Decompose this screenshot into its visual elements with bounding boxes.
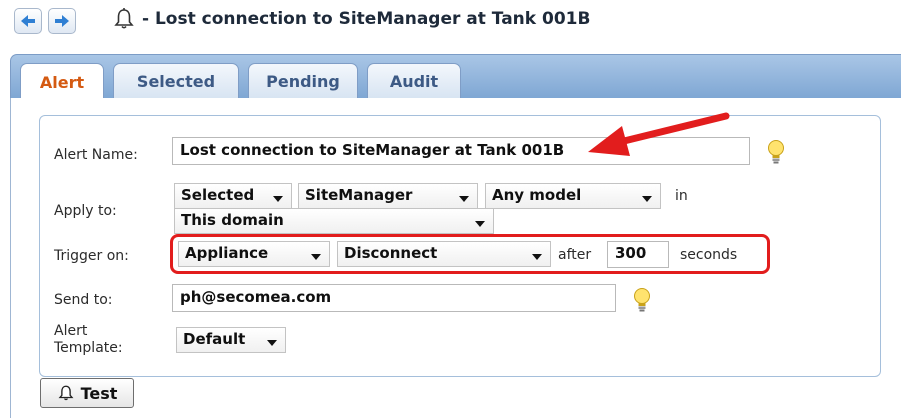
annotation-arrow bbox=[588, 112, 730, 156]
apply-domain-select[interactable]: This domain bbox=[174, 208, 494, 234]
forward-button[interactable] bbox=[48, 8, 76, 34]
arrow-left-icon bbox=[21, 15, 35, 27]
lightbulb-icon bbox=[768, 140, 784, 164]
arrow-right-icon bbox=[55, 15, 69, 27]
send-to-label: Send to: bbox=[54, 292, 113, 308]
back-button[interactable] bbox=[14, 8, 42, 34]
apply-type-select[interactable]: SiteManager bbox=[298, 183, 478, 209]
in-text: in bbox=[675, 188, 688, 204]
apply-model-select[interactable]: Any model bbox=[485, 183, 661, 209]
alert-template-label: Alert Template: bbox=[54, 323, 123, 356]
page-title: - Lost connection to SiteManager at Tank… bbox=[142, 9, 591, 29]
bell-icon bbox=[114, 8, 134, 29]
alert-name-label: Alert Name: bbox=[54, 147, 138, 163]
alert-template-select[interactable]: Default bbox=[176, 327, 286, 353]
apply-selected-select[interactable]: Selected bbox=[174, 183, 292, 209]
trigger-highlight-box bbox=[170, 234, 770, 274]
tab-selected[interactable]: Selected bbox=[113, 63, 239, 99]
trigger-on-label: Trigger on: bbox=[54, 248, 129, 264]
apply-to-label: Apply to: bbox=[54, 203, 117, 219]
lightbulb-icon bbox=[634, 288, 650, 312]
tab-audit[interactable]: Audit bbox=[367, 63, 461, 99]
tab-alert[interactable]: Alert bbox=[20, 63, 104, 101]
send-to-input[interactable]: ph@secomea.com bbox=[172, 284, 616, 312]
bell-icon bbox=[58, 385, 74, 401]
test-button[interactable]: Test bbox=[40, 378, 134, 408]
tab-pending[interactable]: Pending bbox=[248, 63, 358, 99]
